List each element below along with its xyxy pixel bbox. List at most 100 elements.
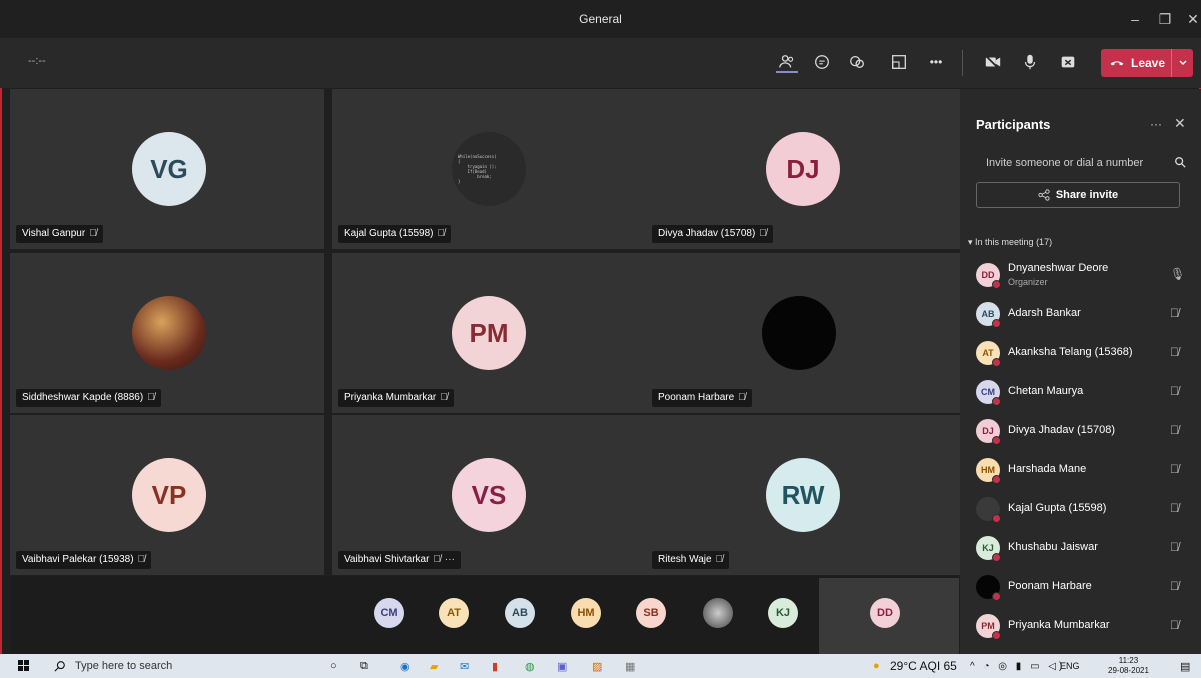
participant-name: Poonam Harbare <box>1008 580 1092 592</box>
participant-row[interactable]: KJ Khushabu Jaiswar 🎙̸ <box>976 533 1196 563</box>
participant-tile[interactable]: Poonam Harbare 🎙̸ <box>646 253 960 413</box>
presence-badge <box>992 280 1001 289</box>
presence-badge <box>992 436 1001 445</box>
strip-avatar[interactable]: AB <box>505 598 535 628</box>
participant-tile[interactable]: Siddheshwar Kapde (8886) 🎙̸ <box>10 253 324 413</box>
more-options-button[interactable]: ··· <box>445 554 455 565</box>
strip-avatar[interactable]: KJ <box>768 598 798 628</box>
language-indicator[interactable]: ENG <box>1060 657 1080 675</box>
mic-on-icon[interactable]: 🎙 <box>1170 267 1185 281</box>
participant-name-tag: Vishal Ganpur 🎙̸ <box>16 225 103 243</box>
more-actions-button[interactable]: ••• <box>924 50 948 74</box>
teams-icon[interactable]: ▣ <box>557 657 567 675</box>
participant-row[interactable]: Kajal Gupta (15598) 🎙̸ <box>976 494 1196 524</box>
mic-off-icon[interactable]: 🎙̸ <box>1170 501 1179 515</box>
participant-row[interactable]: AB Adarsh Bankar 🎙̸ <box>976 299 1196 329</box>
mic-off-icon: 🎙̸ <box>147 392 155 403</box>
mic-off-icon: 🎙̸ <box>433 554 441 565</box>
mic-off-icon[interactable]: 🎙̸ <box>1170 306 1179 320</box>
strip-avatar[interactable]: AT <box>439 598 469 628</box>
avatar-photo <box>762 296 836 370</box>
self-avatar: DD <box>870 598 900 628</box>
invite-input[interactable]: Invite someone or dial a number <box>986 157 1143 169</box>
in-meeting-section-header[interactable]: ▾ In this meeting (17) <box>968 237 1052 248</box>
share-icon <box>1038 189 1050 201</box>
camera-off-icon[interactable] <box>981 50 1005 74</box>
mic-off-icon[interactable]: 🎙̸ <box>1170 384 1179 398</box>
task-view-icon[interactable]: ⧉ <box>360 657 368 675</box>
notifications-icon[interactable]: ▤ <box>1180 657 1190 675</box>
mic-off-icon: 🎙̸ <box>89 228 97 239</box>
system-tray-icons[interactable]: ^ ◔ ◎ ▮ ▭ ◁) <box>970 657 1065 675</box>
taskbar-search-input[interactable]: Type here to search <box>75 657 172 675</box>
taskbar-search-icon[interactable] <box>54 657 66 675</box>
share-invite-button[interactable]: Share invite <box>976 182 1180 208</box>
office-icon[interactable]: ▮ <box>492 657 498 675</box>
mic-off-icon[interactable]: 🎙̸ <box>1170 423 1179 437</box>
mic-off-icon: 🎙̸ <box>137 554 146 565</box>
rooms-icon[interactable] <box>887 50 911 74</box>
strip-avatar-photo[interactable] <box>703 598 733 628</box>
chrome-icon[interactable]: ◍ <box>525 657 535 675</box>
participant-row[interactable]: PM Priyanka Mumbarkar 🎙̸ <box>976 611 1196 641</box>
microphone-icon[interactable] <box>1018 50 1042 74</box>
participant-row[interactable]: CM Chetan Maurya 🎙̸ <box>976 377 1196 407</box>
strip-avatar[interactable]: CM <box>374 598 404 628</box>
participant-tile[interactable]: While(noSuccess) { tryagain (); If(Dead)… <box>332 89 646 249</box>
participant-tile[interactable]: PM Priyanka Mumbarkar 🎙̸ <box>332 253 646 413</box>
windows-taskbar: Type here to search ○ ⧉ ◉ ▰ ✉ ▮ ◍ ▣ ▨ ▦ … <box>0 654 1201 678</box>
close-button[interactable]: ✕ <box>1176 0 1201 38</box>
participant-name-tag: Vaibhavi Shivtarkar 🎙̸ ··· <box>338 551 461 569</box>
sublime-icon[interactable]: ▨ <box>592 657 602 675</box>
participant-tile[interactable]: VG Vishal Ganpur 🎙̸ <box>10 89 324 249</box>
participant-tile[interactable]: VP Vaibhavi Palekar (15938) 🎙̸ <box>10 415 324 575</box>
presence-badge <box>992 553 1001 562</box>
reactions-icon[interactable] <box>845 50 869 74</box>
cortana-icon[interactable]: ○ <box>330 657 337 675</box>
participant-name-tag: Kajal Gupta (15598) 🎙̸ <box>338 225 452 243</box>
mic-off-icon[interactable]: 🎙̸ <box>1170 540 1179 554</box>
mic-off-icon: 🎙̸ <box>715 554 724 565</box>
participant-tile[interactable]: VS Vaibhavi Shivtarkar 🎙̸ ··· <box>332 415 646 575</box>
participant-name: Dnyaneshwar Deore <box>1008 262 1109 274</box>
panel-more-button[interactable]: ··· <box>1150 117 1162 131</box>
avatar-photo <box>132 296 206 370</box>
app-icon[interactable]: ▦ <box>625 657 635 675</box>
clock[interactable]: 11:23 29-08-2021 <box>1108 654 1149 678</box>
mic-off-icon[interactable]: 🎙̸ <box>1170 618 1179 632</box>
participant-row[interactable]: DJ Divya Jhadav (15708) 🎙̸ <box>976 416 1196 446</box>
strip-avatar[interactable]: HM <box>571 598 601 628</box>
participant-name-tag: Vaibhavi Palekar (15938) 🎙̸ <box>16 551 152 569</box>
mail-icon[interactable]: ✉ <box>460 657 469 675</box>
chat-icon[interactable] <box>810 50 834 74</box>
participant-row[interactable]: HM Harshada Mane 🎙̸ <box>976 455 1196 485</box>
minimize-button[interactable]: – <box>1118 0 1152 38</box>
participant-row[interactable]: DD Dnyaneshwar Deore Organizer 🎙 <box>976 260 1196 290</box>
presence-badge <box>992 358 1001 367</box>
file-explorer-icon[interactable]: ▰ <box>430 657 438 675</box>
avatar: PM <box>452 296 526 370</box>
mic-off-icon[interactable]: 🎙̸ <box>1170 345 1179 359</box>
chevron-down-icon[interactable] <box>1171 49 1193 77</box>
mic-off-icon: 🎙̸ <box>440 392 448 403</box>
share-screen-icon[interactable] <box>1056 50 1080 74</box>
participant-tile[interactable]: DJ Divya Jhadav (15708) 🎙̸ <box>646 89 960 249</box>
participant-row[interactable]: AT Akanksha Telang (15368) 🎙̸ <box>976 338 1196 368</box>
search-icon[interactable] <box>1174 155 1186 173</box>
panel-close-button[interactable]: ✕ <box>1174 115 1186 132</box>
avatar: DJ <box>766 132 840 206</box>
mic-off-icon[interactable]: 🎙̸ <box>1170 579 1179 593</box>
presence-badge <box>992 631 1001 640</box>
participant-tile[interactable]: RW Ritesh Waje 🎙̸ <box>646 415 960 575</box>
leave-button[interactable]: Leave <box>1101 49 1193 77</box>
meeting-timer: --:-- <box>28 55 46 67</box>
weather-text[interactable]: 29°C AQI 65 <box>890 657 957 675</box>
participant-name: Kajal Gupta (15598) <box>1008 502 1107 514</box>
windows-start-icon[interactable] <box>18 657 30 675</box>
participant-row[interactable]: Poonam Harbare 🎙̸ <box>976 572 1196 602</box>
presence-badge <box>992 592 1001 601</box>
mic-off-icon: 🎙̸ <box>738 392 746 403</box>
mic-off-icon[interactable]: 🎙̸ <box>1170 462 1179 476</box>
strip-avatar[interactable]: SB <box>636 598 666 628</box>
edge-icon[interactable]: ◉ <box>400 657 410 675</box>
